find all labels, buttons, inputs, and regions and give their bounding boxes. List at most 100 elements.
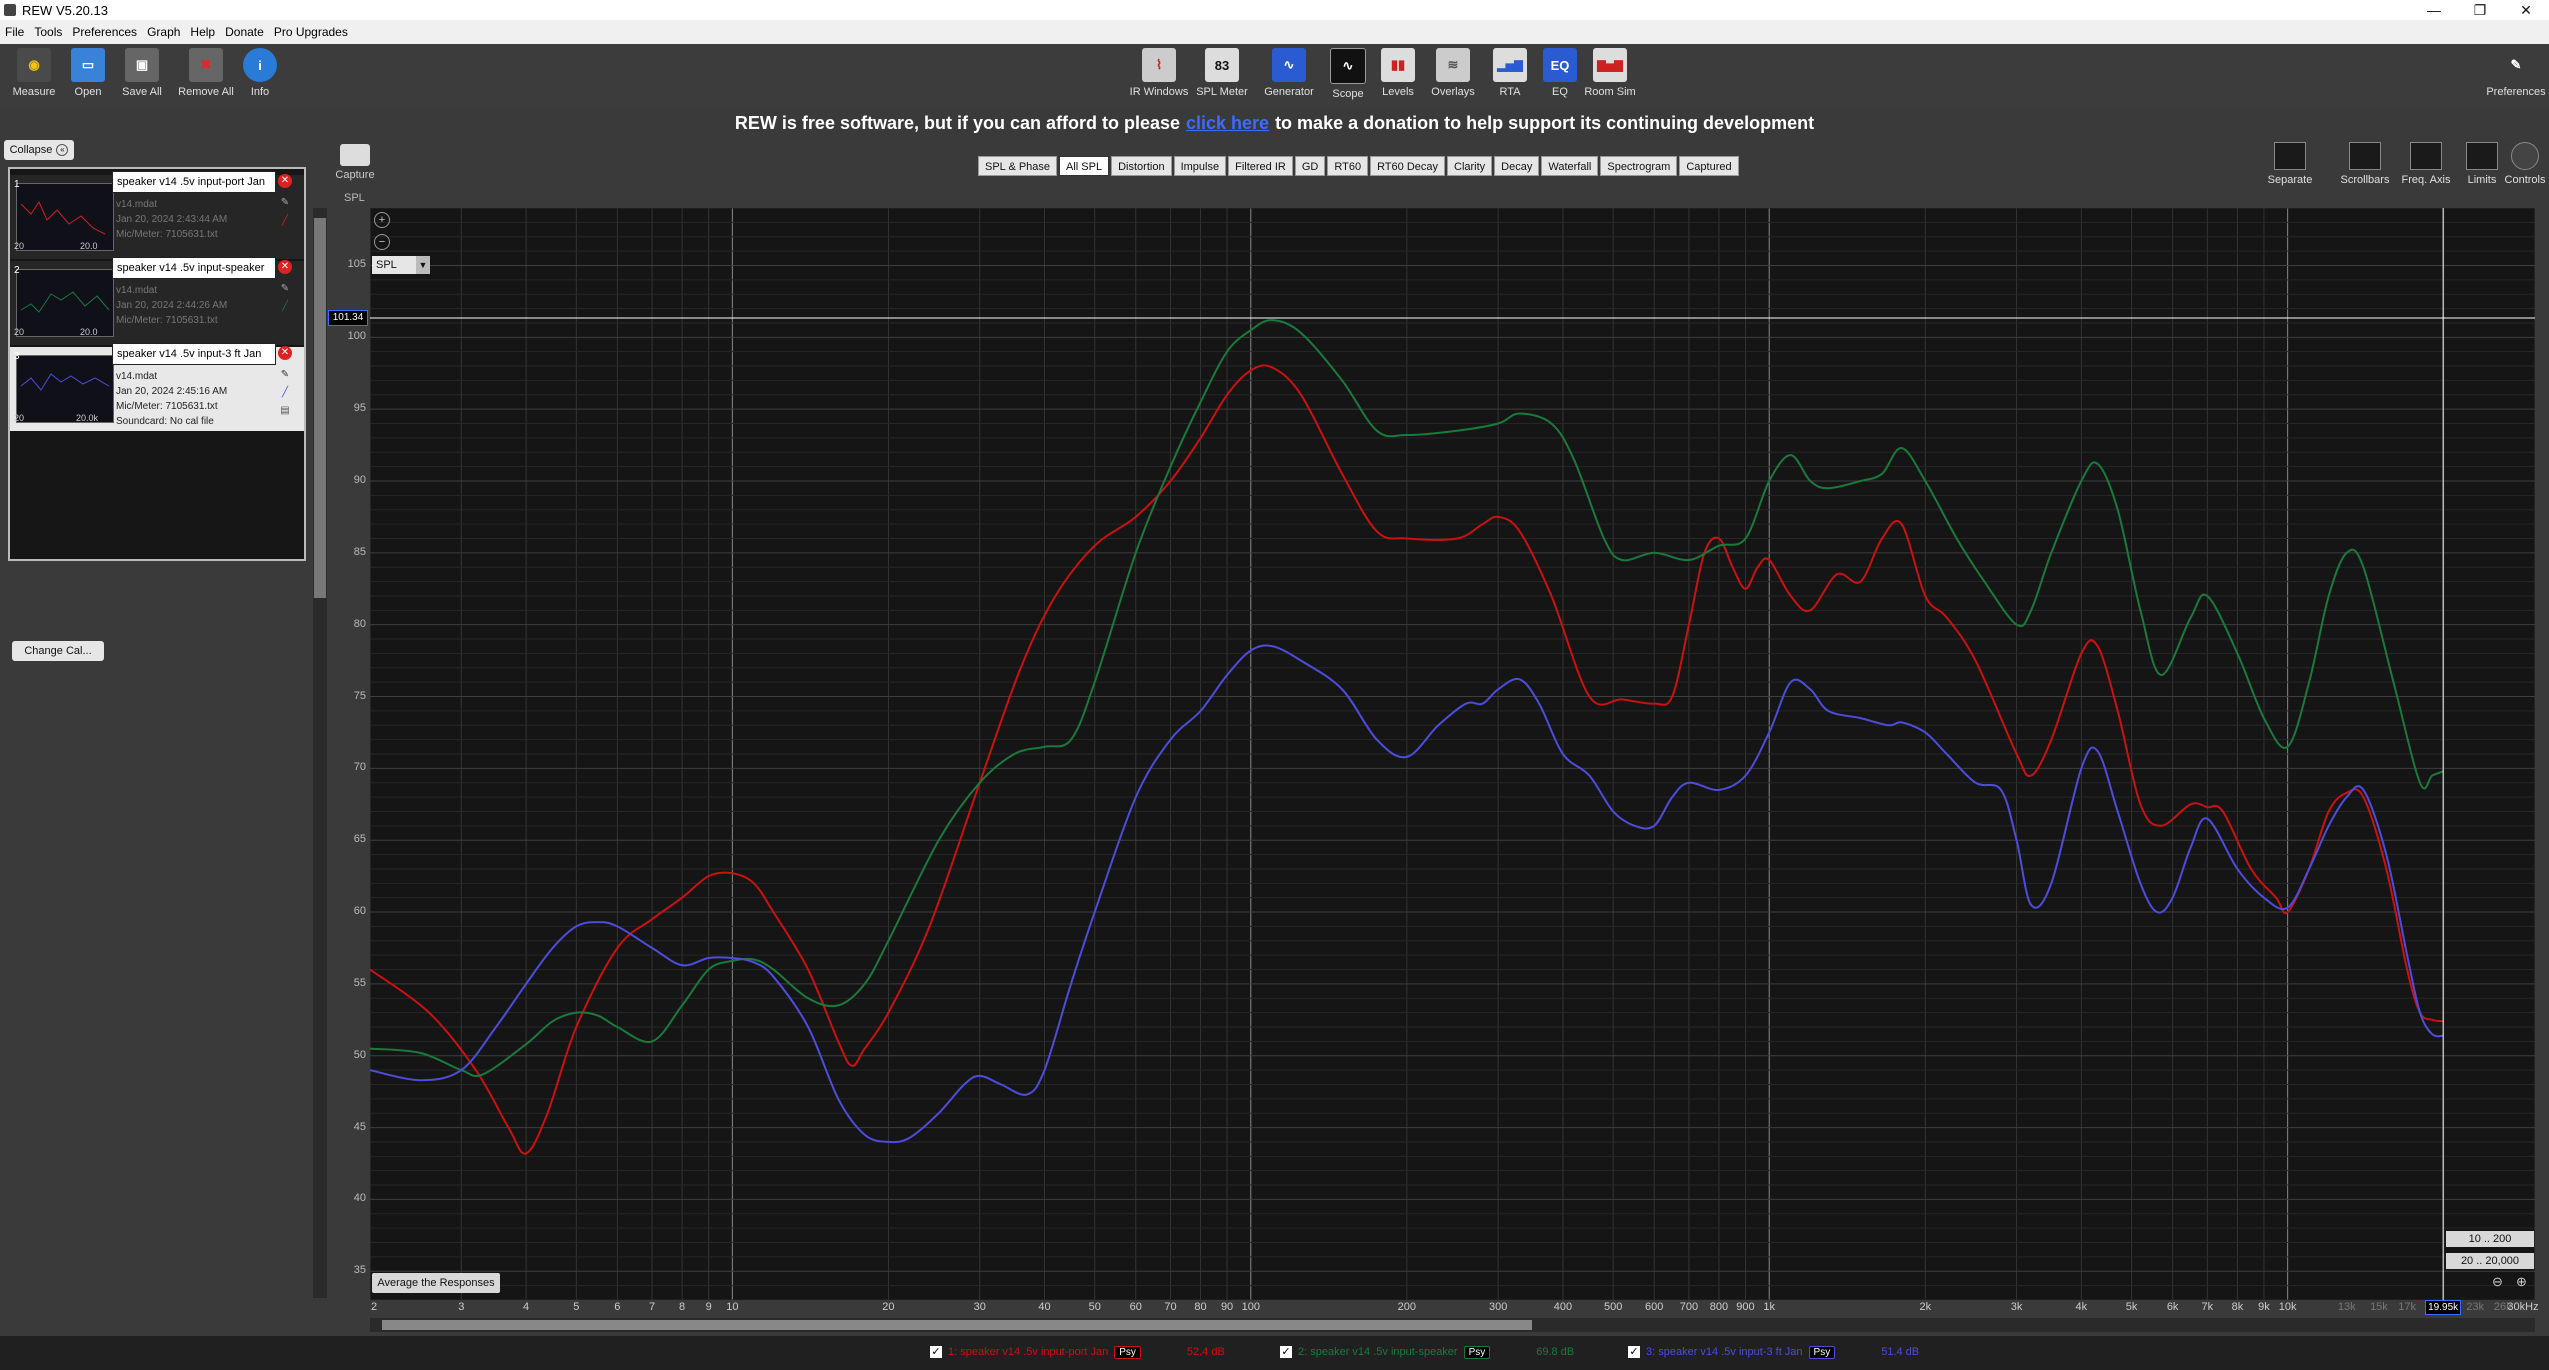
save-all-button[interactable]: ▣ Save All	[110, 48, 174, 98]
x-zoom-out-icon[interactable]: ⊖	[2492, 1274, 2503, 1290]
graph-vertical-scrollbar[interactable]	[313, 208, 327, 1298]
scrollbar-thumb[interactable]	[314, 218, 326, 598]
tab-decay[interactable]: Decay	[1494, 156, 1540, 176]
tab-clarity[interactable]: Clarity	[1447, 156, 1493, 176]
tab-rt60-decay[interactable]: RT60 Decay	[1370, 156, 1445, 176]
delete-measurement-icon[interactable]: ✕	[278, 346, 292, 360]
chevron-down-icon: ▼	[416, 256, 430, 274]
measurement-name-field[interactable]: speaker v14 .5v input-3 ft Jan	[112, 343, 276, 365]
measurement-info: v14.mdat Jan 20, 2024 2:44:26 AM Mic/Met…	[116, 285, 228, 326]
scrollbar-thumb[interactable]	[382, 1320, 1532, 1330]
graph-horizontal-scrollbar[interactable]	[370, 1318, 2535, 1332]
pen-color-icon[interactable]: ╱	[278, 215, 292, 227]
tab-spectrogram[interactable]: Spectrogram	[1600, 156, 1678, 176]
psy-smoothing-badge[interactable]: Psy	[1463, 1345, 1491, 1359]
psy-smoothing-badge[interactable]: Psy	[1808, 1345, 1836, 1359]
notes-icon[interactable]: ▤	[278, 405, 292, 417]
scope-icon: ∿	[1330, 48, 1366, 84]
delete-measurement-icon[interactable]: ✕	[278, 174, 292, 188]
generator-button[interactable]: ∿ Generator	[1257, 48, 1321, 98]
edit-measurement-icon[interactable]: ✎	[278, 369, 292, 381]
zoom-out-icon[interactable]: −	[374, 234, 390, 250]
range-10-200-button[interactable]: 10 .. 200	[2446, 1231, 2534, 1247]
change-cal-button[interactable]: Change Cal...	[12, 641, 104, 661]
restore-button[interactable]: ❐	[2457, 0, 2503, 20]
tab-captured[interactable]: Captured	[1679, 156, 1739, 176]
menu-pro-upgrades[interactable]: Pro Upgrades	[269, 25, 353, 39]
controls-button[interactable]: Controls	[2500, 142, 2549, 186]
rta-icon: ▂▅▇	[1493, 48, 1527, 82]
menu-preferences[interactable]: Preferences	[67, 25, 142, 39]
freq-axis-button[interactable]: Freq. Axis	[2396, 142, 2456, 186]
scrollbars-button[interactable]: Scrollbars	[2335, 142, 2395, 186]
x-tick-label: 15k	[2370, 1301, 2388, 1313]
zoom-in-icon[interactable]: +	[374, 212, 390, 228]
tab-impulse[interactable]: Impulse	[1173, 156, 1227, 176]
measurement-name-field[interactable]: speaker v14 .5v input-speaker	[112, 257, 276, 279]
range-20-20000-button[interactable]: 20 .. 20,000	[2446, 1253, 2534, 1269]
average-responses-button[interactable]: Average the Responses	[372, 1273, 500, 1293]
x-tick-label: 10	[726, 1301, 739, 1313]
title-bar: REW V5.20.13 — ❐ ✕	[0, 0, 2549, 20]
separate-button[interactable]: Separate	[2260, 142, 2320, 186]
room-sim-button[interactable]: ▇▅▇ Room Sim	[1578, 48, 1642, 98]
legend-entry-3[interactable]: ✓ 3: speaker v14 .5v input-3 ft Jan Psy 51.…	[1628, 1343, 1919, 1361]
legend-entry-2[interactable]: ✓ 2: speaker v14 .5v input-speaker Psy 69.8…	[1280, 1343, 1574, 1361]
ir-windows-button[interactable]: ⌇ IR Windows	[1127, 48, 1191, 98]
menu-help[interactable]: Help	[185, 25, 220, 39]
x-tick-label: 2	[370, 1301, 378, 1313]
y-axis-unit-label: SPL	[344, 192, 365, 204]
graph-tabs: SPL & Phase All SPL Distortion Impulse Filte…	[978, 156, 1741, 176]
x-zoom-in-icon[interactable]: ⊕	[2516, 1274, 2527, 1290]
spl-selector[interactable]: SPL ▼	[372, 256, 430, 274]
tab-gd[interactable]: GD	[1294, 156, 1326, 176]
preferences-button[interactable]: ✎ Preferences	[2484, 48, 2548, 98]
measurement-item-3[interactable]: 3 20 20.0k speaker v14 .5v input-3 ft Ja…	[10, 343, 304, 431]
menu-graph[interactable]: Graph	[142, 25, 185, 39]
measurement-item-2[interactable]: 2 20 20.0 speaker v14 .5v input-speaker …	[10, 257, 304, 345]
measurement-item-1[interactable]: 1 20 20.0 speaker v14 .5v input-port Jan…	[10, 171, 304, 259]
measurement-info: v14.mdat Jan 20, 2024 2:45:16 AM Mic/Met…	[116, 371, 228, 427]
legend-value: 51.4 dB	[1881, 1346, 1920, 1358]
edit-measurement-icon[interactable]: ✎	[278, 197, 292, 209]
tab-waterfall[interactable]: Waterfall	[1541, 156, 1599, 176]
collapse-button[interactable]: Collapse «	[4, 140, 74, 160]
preferences-icon: ✎	[2499, 48, 2533, 82]
x-tick-label: 300	[1488, 1301, 1508, 1313]
pen-color-icon[interactable]: ╱	[278, 301, 292, 313]
menu-tools[interactable]: Tools	[29, 25, 67, 39]
tab-filtered-ir[interactable]: Filtered IR	[1228, 156, 1293, 176]
spl-graph-canvas[interactable]	[369, 207, 2536, 1301]
capture-button[interactable]: Capture	[330, 144, 380, 181]
menu-donate[interactable]: Donate	[220, 25, 269, 39]
close-button[interactable]: ✕	[2503, 0, 2549, 20]
spl-graph[interactable]	[369, 207, 2536, 1301]
menu-file[interactable]: File	[0, 25, 29, 39]
tab-distortion[interactable]: Distortion	[1111, 156, 1172, 176]
tab-all-spl[interactable]: All SPL	[1059, 156, 1110, 176]
delete-measurement-icon[interactable]: ✕	[278, 260, 292, 274]
legend-entry-1[interactable]: ✓ 1: speaker v14 .5v input-port Jan Psy 52.…	[930, 1343, 1225, 1361]
x-tick-label: 3	[458, 1301, 465, 1313]
legend-checkbox[interactable]: ✓	[930, 1346, 942, 1358]
overlays-button[interactable]: ≋ Overlays	[1421, 48, 1485, 98]
legend-checkbox[interactable]: ✓	[1628, 1346, 1640, 1358]
tab-spl-phase[interactable]: SPL & Phase	[978, 156, 1058, 176]
x-tick-label: 17k	[2398, 1301, 2416, 1313]
edit-measurement-icon[interactable]: ✎	[278, 283, 292, 295]
donate-link[interactable]: click here	[1186, 113, 1269, 134]
legend-checkbox[interactable]: ✓	[1280, 1346, 1292, 1358]
spl-meter-button[interactable]: 83 SPL Meter	[1190, 48, 1254, 98]
x-tick-label: 900	[1736, 1301, 1755, 1313]
tab-rt60[interactable]: RT60	[1327, 156, 1369, 176]
info-button[interactable]: i Info	[228, 48, 292, 98]
x-tick-label: 9	[705, 1301, 712, 1313]
x-tick-label: 800	[1709, 1301, 1729, 1313]
y-tick-label: 95	[353, 402, 366, 415]
psy-smoothing-badge[interactable]: Psy	[1114, 1345, 1141, 1359]
x-tick-label: 1k	[1763, 1301, 1776, 1313]
measurement-name-field[interactable]: speaker v14 .5v input-port Jan	[112, 171, 276, 193]
minimize-button[interactable]: —	[2411, 0, 2457, 20]
legend-series-name: 3: speaker v14 .5v input-3 ft Jan	[1646, 1346, 1803, 1358]
pen-color-icon[interactable]: ╱	[278, 387, 292, 399]
